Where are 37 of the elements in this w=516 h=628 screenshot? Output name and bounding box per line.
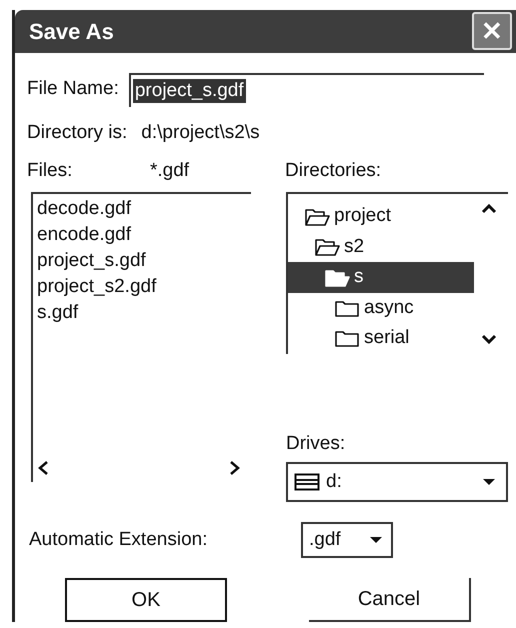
open-folder-icon — [314, 237, 340, 258]
directory-path: d:\project\s2\s — [141, 120, 260, 144]
file-filter: *.gdf — [150, 159, 190, 183]
field-label: Drives: — [286, 432, 346, 456]
extension-dropdown[interactable]: .gdf — [301, 522, 393, 558]
directory-item[interactable]: s — [288, 262, 474, 293]
drive-icon — [294, 473, 320, 491]
field-label: Automatic Extension: — [28, 528, 208, 552]
field-label: Directory is: — [27, 120, 128, 144]
file-name-field[interactable]: project_s.gdf — [128, 72, 484, 106]
directory-item[interactable]: s2 — [288, 232, 474, 262]
directory-item[interactable]: project — [288, 202, 474, 232]
file-item[interactable]: encode.gdf — [37, 222, 251, 248]
close-button[interactable]: ✕ — [472, 12, 512, 50]
field-label: Directories: — [285, 159, 382, 183]
file-item[interactable]: project_s.gdf — [37, 248, 251, 274]
dropdown-arrow-icon — [482, 478, 496, 486]
scroll-right-icon[interactable] — [229, 460, 241, 476]
window-title: Save As — [29, 18, 114, 46]
ok-button[interactable]: OK — [65, 578, 227, 622]
directory-item[interactable]: async — [288, 292, 474, 324]
field-label: Files: — [26, 159, 74, 183]
scroll-left-icon[interactable] — [37, 460, 49, 476]
folder-icon — [334, 328, 360, 348]
open-folder-icon — [324, 268, 350, 288]
open-folder-icon — [304, 206, 330, 227]
field-label: File Name: — [27, 77, 119, 102]
scroll-down-icon[interactable] — [481, 334, 497, 346]
file-item[interactable]: project_s2.gdf — [37, 274, 251, 300]
cancel-button[interactable]: Cancel — [309, 578, 471, 622]
file-item[interactable]: s.gdf — [37, 300, 251, 326]
dropdown-arrow-icon — [369, 536, 383, 544]
file-item[interactable]: decode.gdf — [37, 196, 251, 222]
selected-text: project_s.gdf — [132, 78, 246, 102]
drives-dropdown[interactable]: d: — [286, 462, 508, 502]
scroll-up-icon[interactable] — [481, 202, 497, 214]
directory-item[interactable]: serial — [288, 323, 474, 354]
